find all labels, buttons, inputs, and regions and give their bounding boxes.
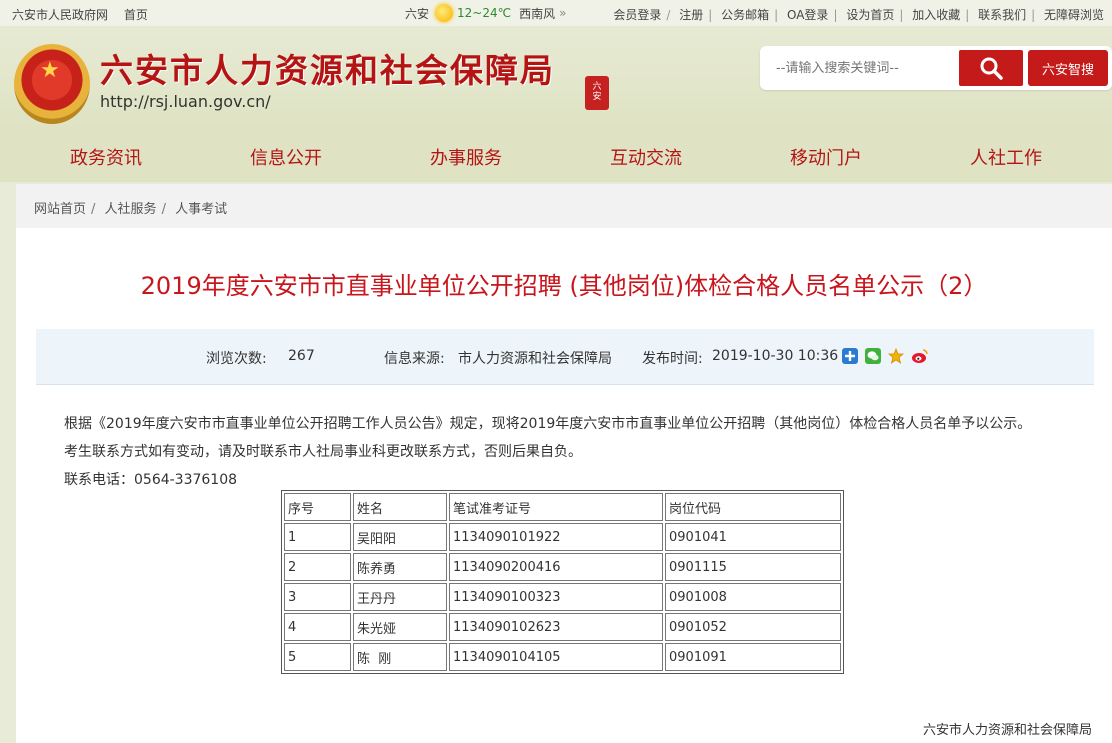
cell-exam-id: 1134090101922 [449, 523, 663, 551]
top-left-links: 六安市人民政府网 首页 [12, 6, 160, 23]
article-meta: 浏览次数: 267 信息来源: 市人力资源和社会保障局 发布时间: 2019-1… [36, 329, 1094, 385]
cell-name: 吴阳阳 [353, 523, 447, 551]
cell-position-code: 0901008 [665, 583, 841, 611]
views-count: 267 [288, 348, 315, 364]
date-value: 2019-10-30 10:36 [712, 348, 839, 364]
national-emblem-logo: ★ [14, 44, 90, 124]
cell-position-code: 0901115 [665, 553, 841, 581]
header-exam-id: 笔试准考证号 [449, 493, 663, 521]
table-row: 2 陈养勇 1134090200416 0901115 [284, 553, 841, 581]
table-row: 3 王丹丹 1134090100323 0901008 [284, 583, 841, 611]
nav-item-hr-work[interactable]: 人社工作 [970, 144, 1042, 170]
contact-link[interactable]: 联系我们 [974, 8, 1030, 22]
header-position-code: 岗位代码 [665, 493, 841, 521]
date-label: 发布时间: [642, 351, 703, 367]
weather-widget: 六安 12~24℃ 西南风 » [405, 4, 566, 22]
source-value: 市人力资源和社会保障局 [458, 351, 612, 367]
cell-exam-id: 1134090200416 [449, 553, 663, 581]
nav-item-services[interactable]: 办事服务 [430, 144, 502, 170]
site-title[interactable]: 六安市人力资源和社会保障局 [100, 44, 555, 92]
article-body: 根据《2019年度六安市市直事业单位公开招聘工作人员公告》规定，现将2019年度… [64, 410, 1031, 494]
body-paragraph: 考生联系方式如有变动，请及时联系市人社局事业科更改联系方式，否则后果自负。 [64, 444, 582, 460]
oa-login-link[interactable]: OA登录 [783, 8, 832, 22]
content-panel: 网站首页 / 人社服务 / 人事考试 2019年度六安市市直事业单位公开招聘 (其他… [16, 184, 1112, 743]
weather-temp: 12~24℃ [457, 6, 512, 20]
cell-exam-id: 1134090104105 [449, 643, 663, 671]
search-icon [980, 57, 1003, 80]
article-signature: 六安市人力资源和社会保障局 [922, 723, 1092, 738]
table-row: 1 吴阳阳 1134090101922 0901041 [284, 523, 841, 551]
cell-exam-id: 1134090102623 [449, 613, 663, 641]
breadcrumb: 网站首页 / 人社服务 / 人事考试 [16, 184, 1112, 228]
cell-index: 5 [284, 643, 351, 671]
sun-icon [435, 4, 454, 22]
table-header-row: 序号 姓名 笔试准考证号 岗位代码 [284, 493, 841, 521]
nav-item-interact[interactable]: 互动交流 [610, 144, 682, 170]
login-link[interactable]: 会员登录 [609, 8, 665, 22]
accessibility-link[interactable]: 无障碍浏览 [1040, 8, 1108, 22]
cell-position-code: 0901052 [665, 613, 841, 641]
cell-name: 陈养勇 [353, 553, 447, 581]
cell-exam-id: 1134090100323 [449, 583, 663, 611]
set-homepage-link[interactable]: 设为首页 [842, 8, 898, 22]
table-row: 5 陈 刚 1134090104105 0901091 [284, 643, 841, 671]
cell-index: 4 [284, 613, 351, 641]
cell-name: 王丹丹 [353, 583, 447, 611]
nav-item-mobile[interactable]: 移动门户 [790, 144, 862, 170]
seal-stamp-icon: 六安 [585, 76, 609, 110]
breadcrumb-services[interactable]: 人社服务 [105, 202, 157, 217]
body-paragraph: 根据《2019年度六安市市直事业单位公开招聘工作人员公告》规定，现将2019年度… [64, 416, 1032, 432]
smart-search-button[interactable]: 六安智搜 [1028, 50, 1108, 86]
views-label: 浏览次数: [206, 351, 267, 367]
chevron-right-icon[interactable]: » [559, 6, 566, 20]
share-plus-icon[interactable] [842, 348, 858, 364]
weather-wind: 西南风 [519, 6, 556, 21]
article-title: 2019年度六安市市直事业单位公开招聘 (其他岗位)体检合格人员名单公示（2） [140, 272, 988, 300]
table-row: 4 朱光娅 1134090102623 0901052 [284, 613, 841, 641]
wechat-icon[interactable] [865, 348, 881, 364]
register-link[interactable]: 注册 [675, 8, 707, 22]
search-button[interactable] [959, 50, 1023, 86]
favorite-star-icon[interactable] [887, 347, 905, 364]
cell-index: 2 [284, 553, 351, 581]
cell-index: 3 [284, 583, 351, 611]
source-label: 信息来源: [384, 351, 445, 367]
gov-site-link[interactable]: 六安市人民政府网 [12, 8, 108, 22]
site-header: ★ 六安市人力资源和社会保障局 http://rsj.luan.gov.cn/ … [0, 26, 1112, 130]
cell-name: 陈 刚 [353, 643, 447, 671]
home-link[interactable]: 首页 [124, 8, 148, 22]
nav-item-info[interactable]: 信息公开 [250, 144, 322, 170]
site-url: http://rsj.luan.gov.cn/ [100, 92, 271, 111]
results-table: 序号 姓名 笔试准考证号 岗位代码 1 吴阳阳 1134090101922 09… [281, 490, 844, 674]
search-box: 六安智搜 [760, 46, 1112, 90]
breadcrumb-home[interactable]: 网站首页 [34, 202, 86, 217]
header-index: 序号 [284, 493, 351, 521]
nav-item-news[interactable]: 政务资讯 [70, 144, 142, 170]
cell-position-code: 0901091 [665, 643, 841, 671]
weibo-icon[interactable] [911, 348, 928, 364]
top-right-links: 会员登录 / 注册 | 公务邮箱 | OA登录 | 设为首页 | 加入收藏 | 联系我们 | … [609, 6, 1108, 23]
add-favorite-link[interactable]: 加入收藏 [908, 8, 964, 22]
cell-position-code: 0901041 [665, 523, 841, 551]
email-link[interactable]: 公务邮箱 [717, 8, 773, 22]
top-utility-bar: 六安市人民政府网 首页 六安 12~24℃ 西南风 » 会员登录 / 注册 | 公务… [0, 0, 1112, 26]
search-input[interactable] [768, 52, 958, 84]
cell-index: 1 [284, 523, 351, 551]
weather-city: 六安 [405, 6, 430, 21]
header-name: 姓名 [353, 493, 447, 521]
cell-name: 朱光娅 [353, 613, 447, 641]
main-nav: 政务资讯 信息公开 办事服务 互动交流 移动门户 人社工作 [0, 130, 1112, 182]
breadcrumb-exams[interactable]: 人事考试 [175, 202, 227, 217]
